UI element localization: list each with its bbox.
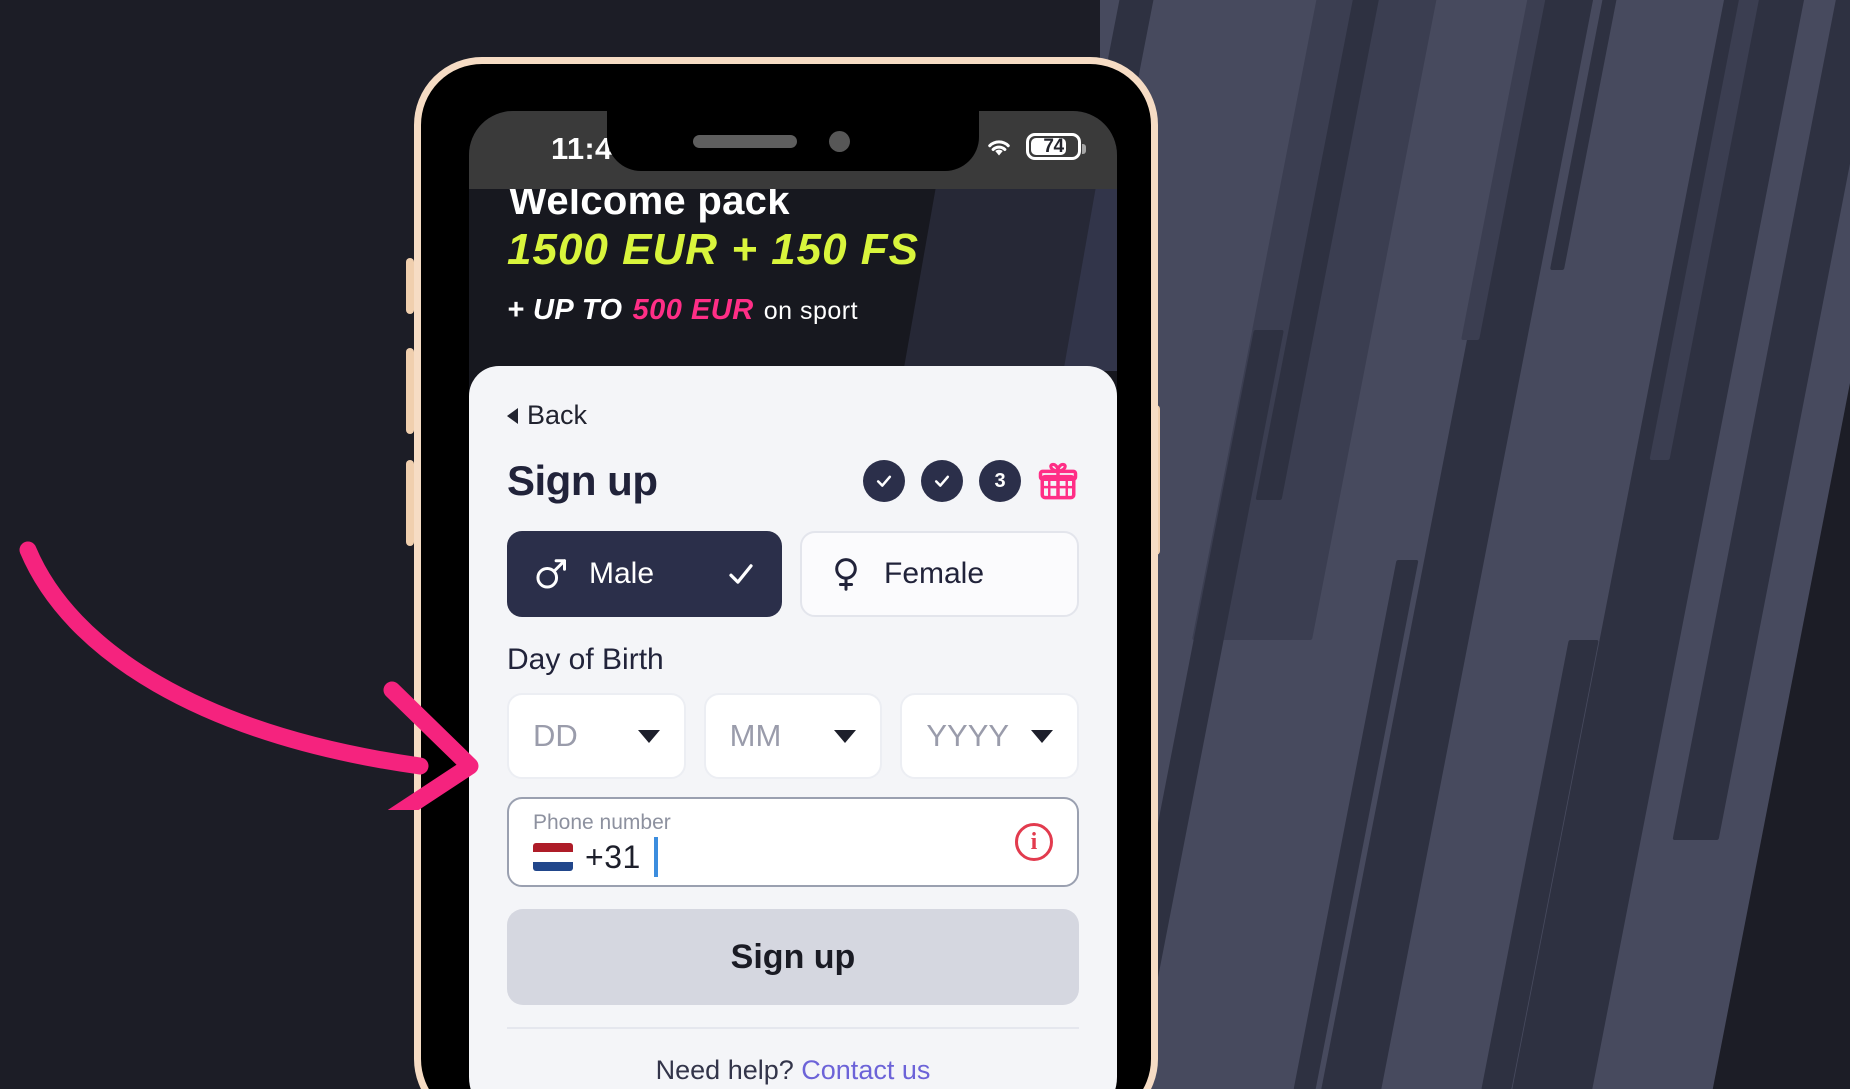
info-icon[interactable]: i — [1015, 823, 1053, 861]
annotation-arrow — [19, 541, 479, 810]
text-cursor — [653, 837, 658, 877]
phone-number-field[interactable]: Phone number +31 i — [507, 797, 1079, 887]
help-footer: Need help? Contact us — [507, 1055, 1079, 1086]
phone-volume-up-button — [406, 348, 414, 434]
phone-screen: 11:48 74 Welcome pack 1500 EUR + 150 FS … — [469, 111, 1117, 1089]
chevron-down-icon — [637, 729, 660, 743]
phone-number-input[interactable]: +31 — [585, 839, 641, 876]
step-indicator: 3 — [863, 460, 1079, 502]
chevron-left-icon — [507, 407, 518, 424]
footer-divider — [507, 1027, 1079, 1029]
status-bar: 11:48 74 — [469, 111, 1117, 189]
contact-us-link[interactable]: Contact us — [801, 1055, 930, 1085]
venus-symbol-icon — [835, 558, 857, 591]
back-button-label: Back — [527, 400, 588, 430]
banner-sport-amount: 500 EUR — [632, 294, 754, 326]
phone-number-value-row: +31 — [533, 837, 1053, 877]
banner-upto-label: + UP TO — [507, 294, 623, 326]
screenshot-canvas: 11:48 74 Welcome pack 1500 EUR + 150 FS … — [0, 0, 1850, 1089]
banner-bonus-amount: 1500 EUR + 150 FS — [507, 225, 920, 274]
back-button[interactable]: Back — [507, 400, 587, 431]
gender-selector: Male Female — [507, 531, 1079, 617]
month-select-value: MM — [729, 718, 782, 753]
gender-option-female[interactable]: Female — [800, 531, 1079, 617]
year-select-value: YYYY — [926, 718, 1010, 753]
check-icon — [876, 475, 892, 487]
chevron-down-icon — [1031, 729, 1054, 743]
netherlands-flag-icon[interactable] — [533, 843, 573, 871]
battery-indicator: 74 — [1026, 133, 1086, 160]
submit-signup-button[interactable]: Sign up — [507, 909, 1079, 1005]
gift-icon[interactable] — [1037, 460, 1079, 502]
step-2-complete[interactable] — [921, 460, 963, 502]
banner-sport-bonus: + UP TO 500 EUR on sport — [507, 294, 858, 327]
banner-title: Welcome pack — [509, 189, 790, 223]
welcome-pack-banner: Welcome pack 1500 EUR + 150 FS + UP TO 5… — [469, 189, 1117, 371]
gender-option-female-label: Female — [884, 557, 985, 590]
info-icon-glyph: i — [1030, 828, 1038, 855]
step-3-current[interactable]: 3 — [979, 460, 1021, 502]
battery-percent-label: 74 — [1043, 135, 1064, 157]
gender-option-male-label: Male — [589, 557, 655, 590]
banner-sport-suffix: on sport — [763, 297, 859, 325]
phone-number-label: Phone number — [533, 811, 671, 834]
step-1-complete[interactable] — [863, 460, 905, 502]
phone-mute-switch — [406, 258, 414, 314]
earpiece-speaker — [693, 135, 797, 148]
month-select[interactable]: MM — [703, 693, 883, 779]
wifi-icon — [988, 140, 1010, 156]
page-title: Sign up — [507, 457, 658, 504]
signup-sheet: Back Sign up 3 Male Female Day of Birth … — [469, 366, 1117, 1089]
chevron-down-icon — [834, 729, 857, 743]
help-text: Need help? — [655, 1055, 794, 1085]
year-select[interactable]: YYYY — [900, 693, 1080, 779]
front-camera — [829, 131, 850, 152]
sheet-header: Sign up 3 — [507, 457, 1079, 505]
date-of-birth-label: Day of Birth — [507, 643, 664, 676]
date-of-birth-fields: DD MM YYYY — [507, 693, 1080, 779]
check-icon — [934, 475, 950, 487]
check-icon — [729, 564, 753, 584]
phone-notch — [607, 111, 979, 171]
